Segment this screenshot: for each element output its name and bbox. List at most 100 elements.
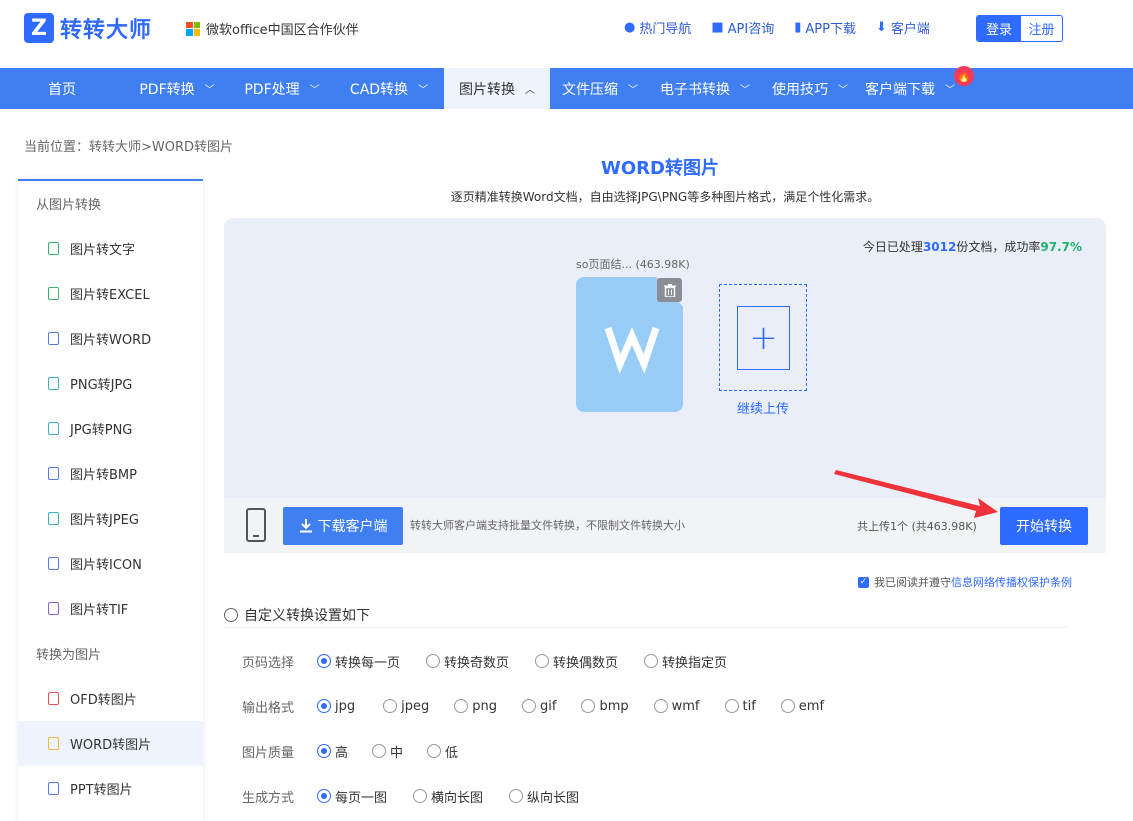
- radio-label: png: [472, 698, 497, 714]
- logo[interactable]: Z 转转大师: [24, 12, 152, 44]
- option-row-generate-mode: 生成方式 每页一图 横向长图 纵向长图: [242, 786, 599, 806]
- sidebar-item-image-to-jpeg[interactable]: 图片转JPEG: [18, 496, 203, 541]
- radio-button[interactable]: [644, 654, 659, 668]
- radio-button[interactable]: [724, 699, 739, 713]
- radio-button[interactable]: [372, 744, 387, 758]
- radio-button[interactable]: [317, 699, 331, 713]
- microsoft-logo-icon: [186, 21, 200, 36]
- radio-button[interactable]: [317, 744, 331, 758]
- radio-button[interactable]: [535, 654, 550, 668]
- sidebar-group-to-image: 转换为图片: [36, 648, 102, 663]
- file-icon: [48, 467, 59, 480]
- page-subtitle: 逐页精准转换Word文档，自由选择JPG\PNG等多种图片格式，满足个性化需求。: [450, 190, 880, 204]
- radio-label: wmf: [671, 698, 700, 714]
- sidebar-item-label: PPT转图片: [70, 783, 133, 798]
- sidebar-item-jpg-to-png[interactable]: JPG转PNG: [18, 406, 203, 451]
- radio-label: 纵向长图: [527, 790, 580, 806]
- nav-item-client-download[interactable]: 客户端下载 ﹀ 🔥: [860, 66, 974, 109]
- delete-file-button[interactable]: [657, 278, 682, 302]
- nav-item-home[interactable]: 首页: [0, 68, 124, 109]
- radio-option[interactable]: jpeg: [383, 699, 429, 714]
- sidebar-item-image-to-icon[interactable]: 图片转ICON: [18, 541, 203, 586]
- chevron-down-icon: ﹀: [740, 85, 750, 96]
- top-link-api[interactable]: ■ API咨询: [711, 18, 774, 37]
- radio-button[interactable]: [427, 744, 442, 758]
- sidebar-item-image-to-word[interactable]: 图片转WORD: [18, 316, 203, 361]
- radio-label: emf: [798, 698, 825, 714]
- radio-button[interactable]: [317, 789, 331, 803]
- radio-label: jpeg: [401, 698, 430, 714]
- nav-item-ebook[interactable]: 电子书转换 ﹀: [650, 68, 760, 109]
- agreement-checkbox[interactable]: ✓: [858, 576, 869, 588]
- nav-item-compress[interactable]: 文件压缩 ﹀: [550, 68, 650, 109]
- continue-upload-label[interactable]: 继续上传: [719, 398, 807, 417]
- sidebar-item-ppt-to-image[interactable]: PPT转图片: [18, 766, 203, 811]
- agreement[interactable]: ✓ 我已阅读并遵守 信息网络传播权保护条例: [858, 574, 1072, 590]
- radio-button[interactable]: [426, 654, 441, 668]
- radio-option[interactable]: gif: [522, 699, 556, 714]
- sidebar-item-image-to-bmp[interactable]: 图片转BMP: [18, 451, 203, 496]
- radio-option[interactable]: 纵向长图: [509, 787, 579, 806]
- top-link-client[interactable]: ⬇ 客户端: [876, 18, 930, 37]
- radio-option[interactable]: 转换奇数页: [426, 652, 509, 671]
- nav-item-cad[interactable]: CAD转换 ﹀: [334, 68, 444, 109]
- file-icon: [48, 377, 59, 390]
- download-client-button[interactable]: 下载客户端: [283, 507, 403, 545]
- file-icon: [48, 782, 59, 795]
- radio-button[interactable]: [317, 654, 331, 668]
- sidebar-item-image-to-tif[interactable]: 图片转TIF: [18, 586, 203, 631]
- radio-option[interactable]: png: [454, 699, 497, 714]
- radio-option[interactable]: 中: [372, 742, 403, 761]
- radio-button[interactable]: [581, 699, 596, 713]
- file-name: so页面结... (463.98K): [576, 258, 690, 271]
- chat-icon: ■: [711, 20, 724, 35]
- radio-option[interactable]: bmp: [581, 699, 629, 714]
- radio-option[interactable]: 横向长图: [413, 787, 483, 806]
- sidebar-item-label: 图片转WORD: [70, 333, 152, 348]
- register-button[interactable]: 注册: [1021, 16, 1062, 41]
- radio-label: 每页一图: [335, 790, 388, 806]
- stats-count: 3012: [922, 240, 957, 254]
- radio-option[interactable]: 转换指定页: [644, 652, 727, 671]
- sidebar-item-image-to-text[interactable]: 图片转文字: [18, 226, 203, 271]
- sidebar-item-label: 图片转ICON: [70, 558, 142, 573]
- radio-option[interactable]: emf: [780, 698, 825, 714]
- agreement-link[interactable]: 信息网络传播权保护条例: [951, 574, 1072, 590]
- radio-button[interactable]: [509, 789, 524, 803]
- radio-option[interactable]: 每页一图: [317, 787, 387, 806]
- radio-button[interactable]: [780, 699, 795, 713]
- sidebar-item-label: 图片转JPEG: [70, 513, 139, 528]
- hot-badge-icon: 🔥: [954, 66, 974, 86]
- nav-item-pdf-convert[interactable]: PDF转换 ﹀: [124, 68, 230, 109]
- sidebar-item-label: 图片转文字: [70, 243, 136, 258]
- login-button[interactable]: 登录: [977, 16, 1021, 41]
- start-convert-button[interactable]: 开始转换: [1000, 507, 1088, 545]
- nav-label: 电子书转换: [660, 81, 730, 98]
- radio-option[interactable]: 转换偶数页: [535, 652, 618, 671]
- radio-option[interactable]: 转换每一页: [317, 652, 400, 671]
- nav-item-pdf-process[interactable]: PDF处理 ﹀: [230, 68, 334, 109]
- sidebar-item-png-to-jpg[interactable]: PNG转JPG: [18, 361, 203, 406]
- add-file-button[interactable]: +: [719, 284, 807, 391]
- radio-option[interactable]: wmf: [653, 698, 700, 714]
- top-link-hot-nav[interactable]: ● 热门导航: [624, 18, 691, 37]
- radio-label: 中: [390, 745, 404, 761]
- radio-option[interactable]: tif: [724, 699, 756, 714]
- nav-item-image[interactable]: 图片转换 ︿: [444, 68, 550, 109]
- radio-option[interactable]: jpg: [317, 699, 355, 714]
- sidebar-item-image-to-excel[interactable]: 图片转EXCEL: [18, 271, 203, 316]
- file-icon: [48, 737, 59, 750]
- radio-button[interactable]: [454, 699, 469, 713]
- radio-button[interactable]: [653, 699, 668, 713]
- top-link-app[interactable]: ▮ APP下载: [794, 18, 856, 37]
- radio-button[interactable]: [383, 699, 398, 713]
- radio-button[interactable]: [413, 789, 428, 803]
- sidebar-item-word-to-image[interactable]: WORD转图片: [18, 721, 203, 766]
- upload-area[interactable]: 今日已处理3012份文档，成功率97.7% so页面结... (463.98K)…: [224, 218, 1106, 498]
- radio-button[interactable]: [522, 699, 536, 713]
- radio-option[interactable]: 高: [317, 742, 348, 761]
- radio-label: 低: [445, 745, 459, 761]
- radio-option[interactable]: 低: [427, 742, 458, 761]
- sidebar-item-ofd-to-image[interactable]: OFD转图片: [18, 676, 203, 721]
- nav-item-tips[interactable]: 使用技巧 ﹀: [760, 68, 860, 109]
